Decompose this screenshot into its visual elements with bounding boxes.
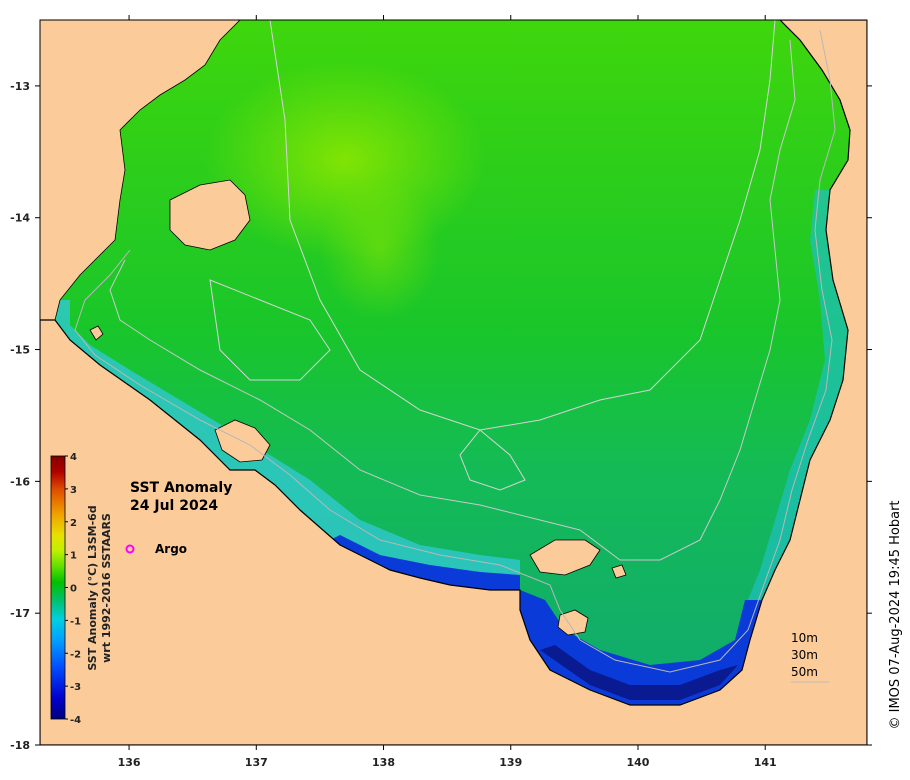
colorbar-tick-label: 3	[70, 485, 77, 496]
x-tick-label: 141	[754, 756, 777, 769]
x-tick-label: 136	[118, 756, 141, 769]
y-tick-label: -16	[10, 475, 30, 488]
y-tick-label: -18	[10, 739, 30, 752]
y-tick-label: -17	[10, 607, 30, 620]
y-tick-label: -15	[10, 344, 30, 357]
x-tick-label: 137	[245, 756, 268, 769]
colorbar-tick-label: -4	[70, 715, 81, 726]
x-tick-label: 138	[372, 756, 395, 769]
warm-anomaly-patch	[320, 180, 440, 320]
colorbar-tick-label: 2	[70, 518, 77, 529]
y-tick-label: -14	[10, 212, 30, 225]
map-title: SST Anomaly	[130, 480, 232, 496]
colorbar-tick-label: -2	[70, 649, 81, 660]
y-tick-label: -13	[10, 80, 30, 93]
colorbar-tick-label: 4	[70, 452, 77, 463]
x-tick-label: 139	[499, 756, 522, 769]
sst-anomaly-map: 136 137 138 139 140 141 -13-14-15-16-17-18 43…	[10, 15, 903, 769]
x-tick-label: 140	[627, 756, 650, 769]
colorbar-tick-label: -3	[70, 682, 81, 693]
colorbar-tick-label: -1	[70, 616, 81, 627]
depth-label-50m: 50m	[791, 665, 818, 679]
credit-text: © IMOS 07-Aug-2024 19:45 Hobart	[888, 500, 903, 729]
colorbar-gradient	[50, 455, 66, 720]
colorbar-tick-label: 0	[70, 584, 77, 595]
colorbar-title-line2: wrt 1992-2016 SSTAARS	[100, 513, 113, 663]
map-plot-area	[40, 20, 867, 745]
depth-label-30m: 30m	[791, 648, 818, 662]
colorbar-title-line1: SST Anomaly (°C) L3SM-6d	[86, 505, 99, 670]
argo-legend-label: Argo	[155, 542, 187, 556]
colorbar-tick-label: 1	[70, 551, 77, 562]
map-date: 24 Jul 2024	[130, 498, 218, 514]
depth-label-10m: 10m	[791, 631, 818, 645]
